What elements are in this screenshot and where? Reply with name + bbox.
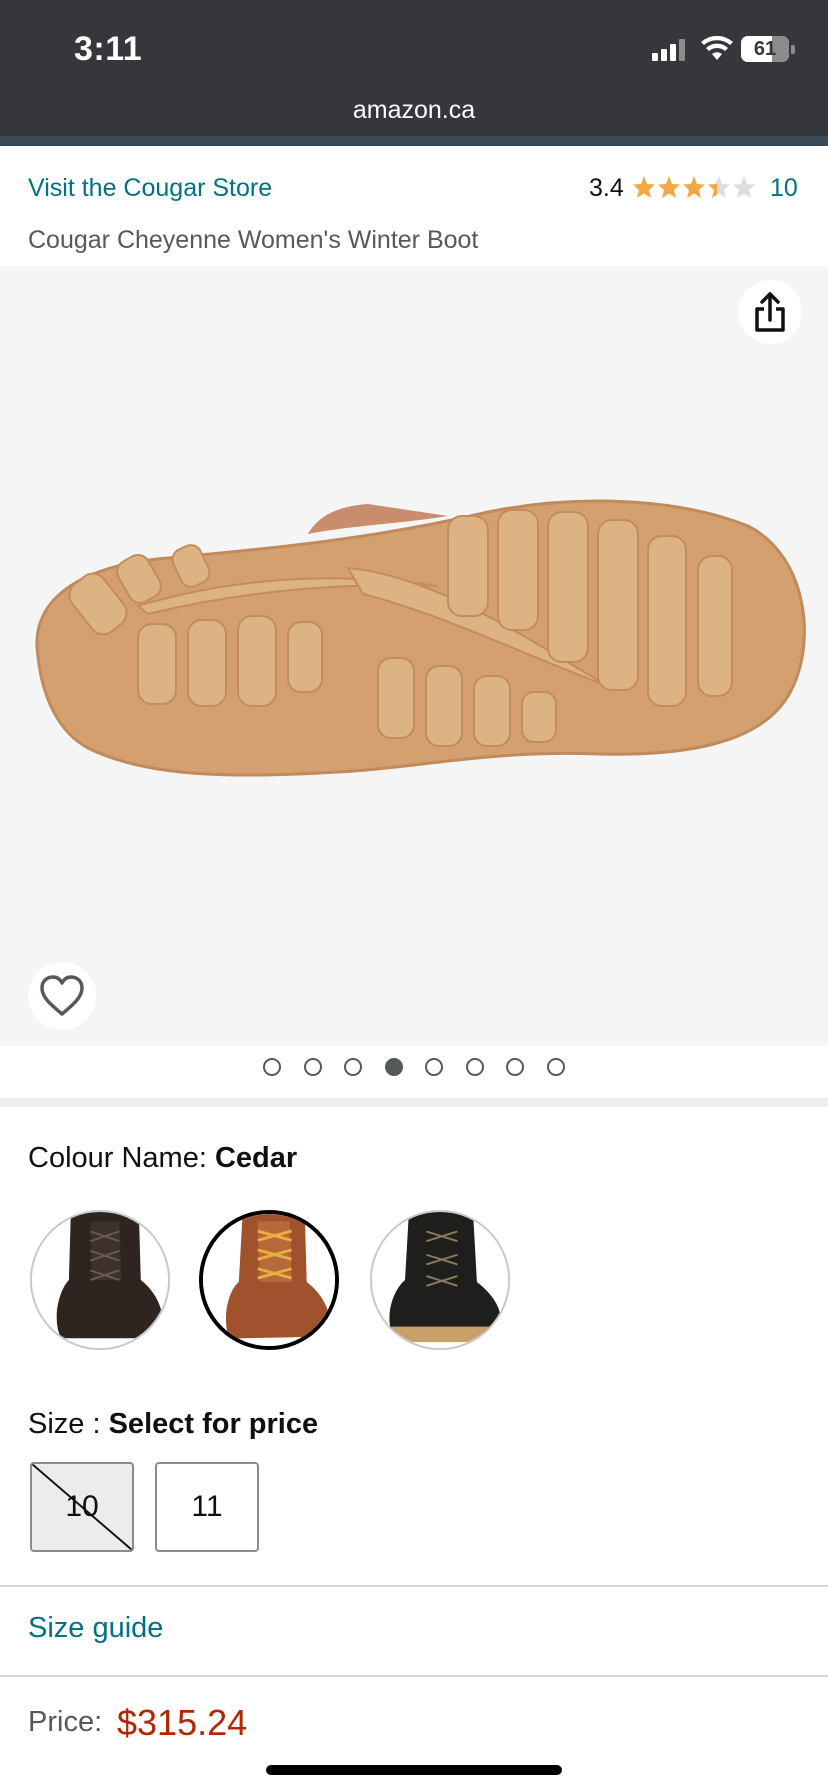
black-gum-boot-thumbnail xyxy=(372,1212,508,1348)
size-prompt: Select for price xyxy=(108,1408,319,1440)
size-guide-link[interactable]: Size guide xyxy=(28,1612,163,1645)
address-bar-divider xyxy=(0,136,828,146)
carousel-dot-active[interactable] xyxy=(384,1058,403,1076)
carousel-dot[interactable] xyxy=(263,1058,282,1076)
price-value: $315.24 xyxy=(117,1702,248,1743)
section-divider xyxy=(0,1675,828,1677)
product-image-gallery[interactable] xyxy=(0,266,828,1046)
size-option-11[interactable]: 11 xyxy=(155,1462,259,1552)
cellular-signal-icon xyxy=(652,39,688,61)
carousel-dot[interactable] xyxy=(425,1058,444,1076)
size-option-10[interactable]: 10 xyxy=(30,1462,134,1552)
store-link[interactable]: Visit the Cougar Store xyxy=(28,174,272,203)
battery-level: 61 xyxy=(753,38,777,60)
rating-value: 3.4 xyxy=(589,174,624,202)
status-bar: 3:11 61 xyxy=(0,0,828,90)
address-bar[interactable]: amazon.ca xyxy=(0,90,828,136)
image-carousel-indicator[interactable] xyxy=(0,1058,828,1082)
price-label: Price: xyxy=(28,1706,103,1738)
unavailable-strike-icon xyxy=(32,1464,132,1550)
size-option-label: 11 xyxy=(191,1490,223,1523)
section-divider xyxy=(0,1585,828,1587)
carousel-dot[interactable] xyxy=(506,1058,525,1076)
url-text: amazon.ca xyxy=(352,96,476,124)
carousel-dot[interactable] xyxy=(546,1058,565,1076)
clock: 3:11 xyxy=(74,30,143,68)
share-button[interactable] xyxy=(738,280,802,344)
wifi-icon xyxy=(701,36,733,60)
cedar-boot-thumbnail xyxy=(203,1214,335,1346)
product-title: Cougar Cheyenne Women's Winter Boot xyxy=(28,226,479,254)
battery-nub xyxy=(791,45,795,54)
carousel-dot[interactable] xyxy=(303,1058,322,1076)
black-boot-thumbnail xyxy=(32,1212,168,1348)
product-header: Visit the Cougar Store 3.4 10 Cougar Che… xyxy=(0,146,828,256)
home-indicator[interactable] xyxy=(266,1765,562,1775)
size-label-text: Size : xyxy=(28,1408,109,1440)
battery-indicator: 61 xyxy=(741,36,789,62)
heart-icon xyxy=(40,975,84,1016)
boot-sole-image xyxy=(35,499,806,777)
carousel-dot[interactable] xyxy=(465,1058,484,1076)
section-divider xyxy=(0,1098,828,1107)
rating-count-link[interactable]: 10 xyxy=(770,174,798,203)
wishlist-button[interactable] xyxy=(28,962,96,1030)
colour-label-text: Colour Name: xyxy=(28,1142,215,1174)
colour-swatch-black-gum[interactable] xyxy=(370,1210,510,1350)
share-icon xyxy=(755,292,785,332)
size-label: Size : Select for price xyxy=(28,1408,318,1441)
colour-name-label: Colour Name: Cedar xyxy=(28,1142,297,1175)
carousel-dot[interactable] xyxy=(344,1058,363,1076)
colour-swatch-cedar[interactable] xyxy=(199,1210,339,1350)
star-rating-icon[interactable] xyxy=(632,173,756,201)
colour-swatch-black[interactable] xyxy=(30,1210,170,1350)
colour-value: Cedar xyxy=(214,1142,298,1174)
